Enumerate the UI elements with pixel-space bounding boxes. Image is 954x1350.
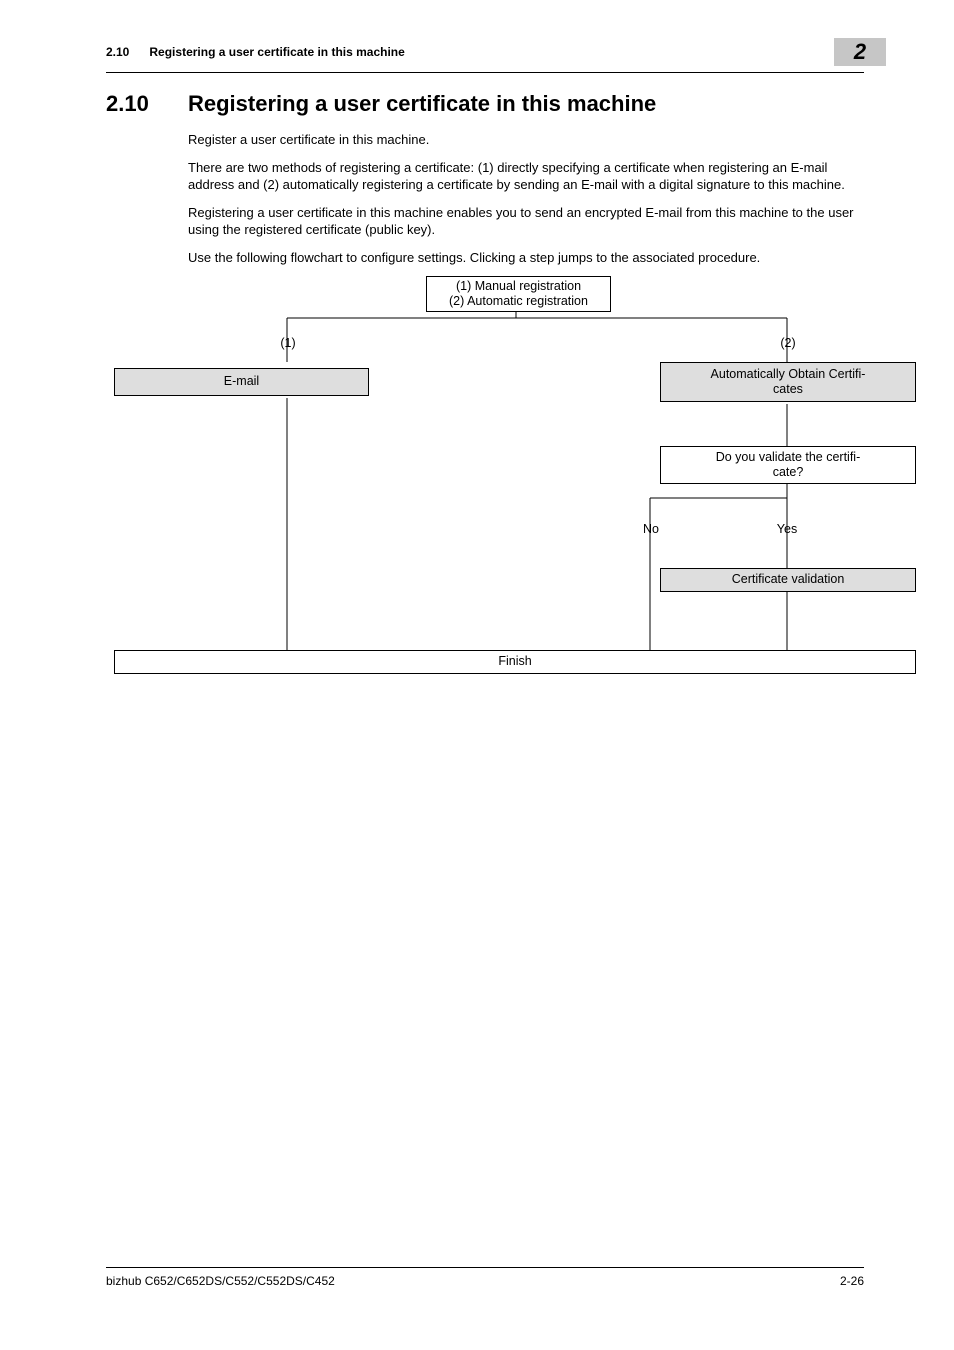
flowchart-cert-validation-label: Certificate validation [732,572,845,588]
header-section-number: 2.10 [106,45,129,59]
flowchart-branch-label-2: (2) [776,336,800,350]
flowchart-yes-label: Yes [772,522,802,536]
chapter-number: 2 [854,39,866,65]
flowchart-connectors [106,276,866,696]
flowchart-validate-box: Do you validate the certifi- cate? [660,446,916,484]
section-title: Registering a user certificate in this m… [188,91,656,117]
flowchart-validate-line1: Do you validate the certifi- [716,450,861,466]
flowchart-auto-obtain-line2: cates [773,382,803,398]
page-header: 2.10 Registering a user certificate in t… [106,38,864,73]
page-footer: bizhub C652/C652DS/C552/C552DS/C452 2-26 [106,1267,864,1288]
flowchart-auto-obtain-box[interactable]: Automatically Obtain Certifi- cates [660,362,916,402]
paragraph-2: There are two methods of registering a c… [188,159,854,194]
flowchart-start-line2: (2) Automatic registration [449,294,588,310]
header-section-title: Registering a user certificate in this m… [149,45,404,59]
flowchart-finish-box: Finish [114,650,916,674]
body-text: Register a user certificate in this mach… [188,131,854,266]
flowchart: (1) Manual registration (2) Automatic re… [106,276,864,696]
flowchart-cert-validation-box[interactable]: Certificate validation [660,568,916,592]
footer-model: bizhub C652/C652DS/C552/C552DS/C452 [106,1274,335,1288]
flowchart-auto-obtain-line1: Automatically Obtain Certifi- [711,367,866,383]
flowchart-finish-label: Finish [498,654,531,670]
flowchart-start-box: (1) Manual registration (2) Automatic re… [426,276,611,312]
flowchart-no-label: No [636,522,666,536]
paragraph-1: Register a user certificate in this mach… [188,131,854,149]
section-number: 2.10 [106,91,188,117]
flowchart-branch-label-1: (1) [276,336,300,350]
paragraph-3: Registering a user certificate in this m… [188,204,854,239]
chapter-number-tab: 2 [834,38,886,66]
section-heading: 2.10 Registering a user certificate in t… [106,91,864,117]
paragraph-4: Use the following flowchart to configure… [188,249,854,267]
flowchart-validate-line2: cate? [773,465,804,481]
flowchart-start-line1: (1) Manual registration [456,279,581,295]
header-left: 2.10 Registering a user certificate in t… [106,45,405,59]
flowchart-email-label: E-mail [224,374,259,390]
footer-page-number: 2-26 [840,1274,864,1288]
flowchart-email-box[interactable]: E-mail [114,368,369,396]
